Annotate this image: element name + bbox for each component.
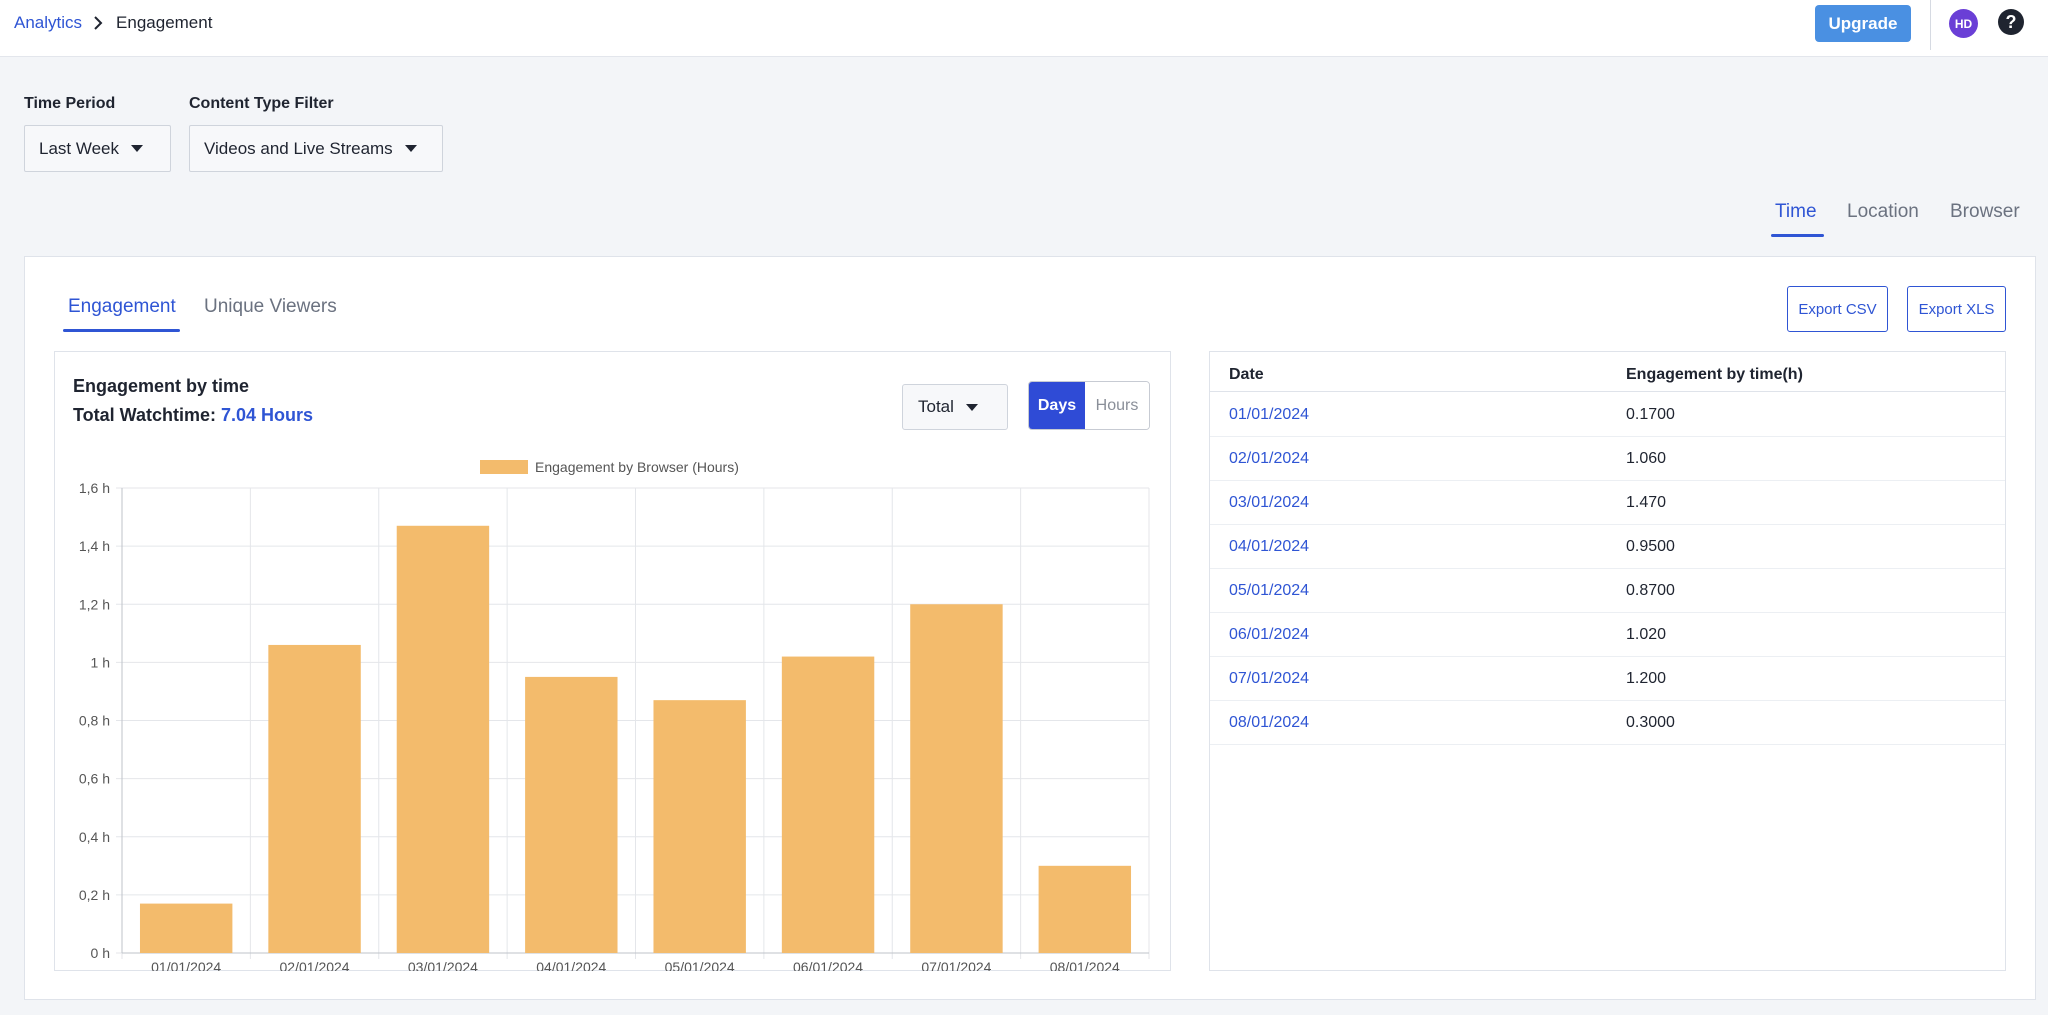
breadcrumb-current: Engagement — [116, 13, 213, 32]
tab-location[interactable]: Location — [1847, 201, 1919, 223]
x-tick-label: 02/01/2024 — [280, 959, 350, 971]
table-row: 07/01/2024 1.200 — [1210, 657, 2005, 701]
row-date-link[interactable]: 01/01/2024 — [1229, 406, 1309, 424]
y-tick-label: 1,4 h — [79, 538, 110, 554]
column-header-date: Date — [1229, 366, 1264, 383]
table-row: 05/01/2024 0.8700 — [1210, 569, 2005, 613]
caret-down-icon — [131, 145, 144, 152]
row-engagement-value: 0.9500 — [1626, 538, 1675, 555]
top-bar: Analytics Engagement Upgrade HD ? — [0, 0, 2048, 57]
y-tick-label: 0,6 h — [79, 771, 110, 787]
content-type-label: Content Type Filter — [189, 95, 334, 112]
table-header-divider — [1210, 391, 2005, 392]
upgrade-button[interactable]: Upgrade — [1815, 5, 1911, 42]
total-watchtime: Total Watchtime: 7.04 Hours — [73, 405, 313, 426]
legend-swatch — [480, 460, 528, 474]
row-engagement-value: 0.8700 — [1626, 582, 1675, 599]
active-metric-tab-indicator — [63, 329, 180, 332]
content-type-value: Videos and Live Streams — [204, 138, 393, 158]
chart-bar — [910, 604, 1003, 953]
time-period-select[interactable]: Last Week — [24, 125, 171, 172]
row-engagement-value: 1.470 — [1626, 494, 1667, 511]
row-date-link[interactable]: 03/01/2024 — [1229, 494, 1309, 512]
row-date-link[interactable]: 08/01/2024 — [1229, 714, 1309, 732]
export-csv-button[interactable]: Export CSV — [1787, 286, 1888, 332]
avatar[interactable]: HD — [1949, 9, 1978, 38]
chart-bar — [268, 644, 361, 953]
y-tick-label: 0,8 h — [79, 713, 110, 729]
export-xls-button[interactable]: Export XLS — [1907, 286, 2006, 332]
help-icon[interactable]: ? — [1998, 9, 2024, 35]
chart-bar — [781, 656, 875, 953]
row-date-link[interactable]: 05/01/2024 — [1229, 582, 1309, 600]
breadcrumb-analytics-link[interactable]: Analytics — [14, 13, 82, 33]
table-row: 01/01/2024 0.1700 — [1210, 393, 2005, 437]
y-tick-label: 1,6 h — [79, 480, 110, 496]
chevron-right-icon — [92, 16, 106, 30]
chart-bar — [1038, 865, 1132, 953]
y-tick-label: 0 h — [91, 945, 110, 961]
chart-bar — [525, 676, 618, 953]
table-row: 03/01/2024 1.470 — [1210, 481, 2005, 525]
y-tick-label: 1,2 h — [79, 596, 110, 612]
tab-time[interactable]: Time — [1775, 201, 1817, 223]
table-row: 02/01/2024 1.060 — [1210, 437, 2005, 481]
y-tick-label: 0,2 h — [79, 887, 110, 903]
row-date-link[interactable]: 04/01/2024 — [1229, 538, 1309, 556]
x-tick-label: 03/01/2024 — [408, 959, 478, 971]
x-tick-label: 08/01/2024 — [1050, 959, 1120, 971]
active-tab-indicator — [1771, 234, 1824, 237]
tab-browser[interactable]: Browser — [1950, 201, 2020, 223]
hours-button[interactable]: Hours — [1085, 382, 1149, 429]
row-engagement-value: 1.060 — [1626, 450, 1667, 467]
row-engagement-value: 0.1700 — [1626, 406, 1675, 423]
tab-engagement[interactable]: Engagement — [68, 296, 176, 318]
chart-bar — [653, 700, 746, 953]
time-period-label: Time Period — [24, 95, 116, 112]
engagement-bar-chart: Engagement by Browser (Hours) 0 h 0,2 h 0,4… — [79, 459, 1150, 971]
chart-bar — [396, 525, 490, 953]
total-watchtime-value: 7.04 Hours — [221, 405, 314, 425]
row-engagement-value: 1.200 — [1626, 670, 1667, 687]
column-header-engagement: Engagement by time(h) — [1626, 366, 1803, 383]
aggregate-value: Total — [918, 397, 954, 416]
y-tick-label: 0,4 h — [79, 829, 110, 845]
table-row: 06/01/2024 1.020 — [1210, 613, 2005, 657]
x-tick-label: 05/01/2024 — [665, 959, 735, 971]
x-tick-label: 04/01/2024 — [536, 959, 606, 971]
topbar-divider — [1930, 0, 1931, 50]
days-button[interactable]: Days — [1029, 382, 1085, 429]
time-period-value: Last Week — [39, 138, 120, 158]
table-row: 04/01/2024 0.9500 — [1210, 525, 2005, 569]
breadcrumb: Analytics Engagement — [14, 13, 212, 33]
tab-unique-viewers[interactable]: Unique Viewers — [204, 296, 337, 318]
x-tick-label: 01/01/2024 — [151, 959, 221, 971]
table-row: 08/01/2024 0.3000 — [1210, 701, 2005, 745]
row-engagement-value: 1.020 — [1626, 626, 1667, 643]
row-date-link[interactable]: 06/01/2024 — [1229, 626, 1309, 644]
legend-label: Engagement by Browser (Hours) — [535, 459, 739, 475]
total-watchtime-label: Total Watchtime: — [73, 405, 216, 425]
row-date-link[interactable]: 02/01/2024 — [1229, 450, 1309, 468]
x-tick-label: 06/01/2024 — [793, 959, 863, 971]
row-engagement-value: 0.3000 — [1626, 714, 1675, 731]
aggregate-select[interactable]: Total — [902, 384, 1008, 430]
chart-bar — [139, 903, 233, 953]
x-tick-label: 07/01/2024 — [921, 959, 991, 971]
y-tick-label: 1 h — [91, 654, 110, 670]
content-type-select[interactable]: Videos and Live Streams — [189, 125, 443, 172]
caret-down-icon — [965, 403, 978, 411]
granularity-toggle: Days Hours — [1028, 381, 1150, 430]
chart-title: Engagement by time — [73, 376, 250, 396]
caret-down-icon — [404, 145, 417, 152]
row-date-link[interactable]: 07/01/2024 — [1229, 670, 1309, 688]
